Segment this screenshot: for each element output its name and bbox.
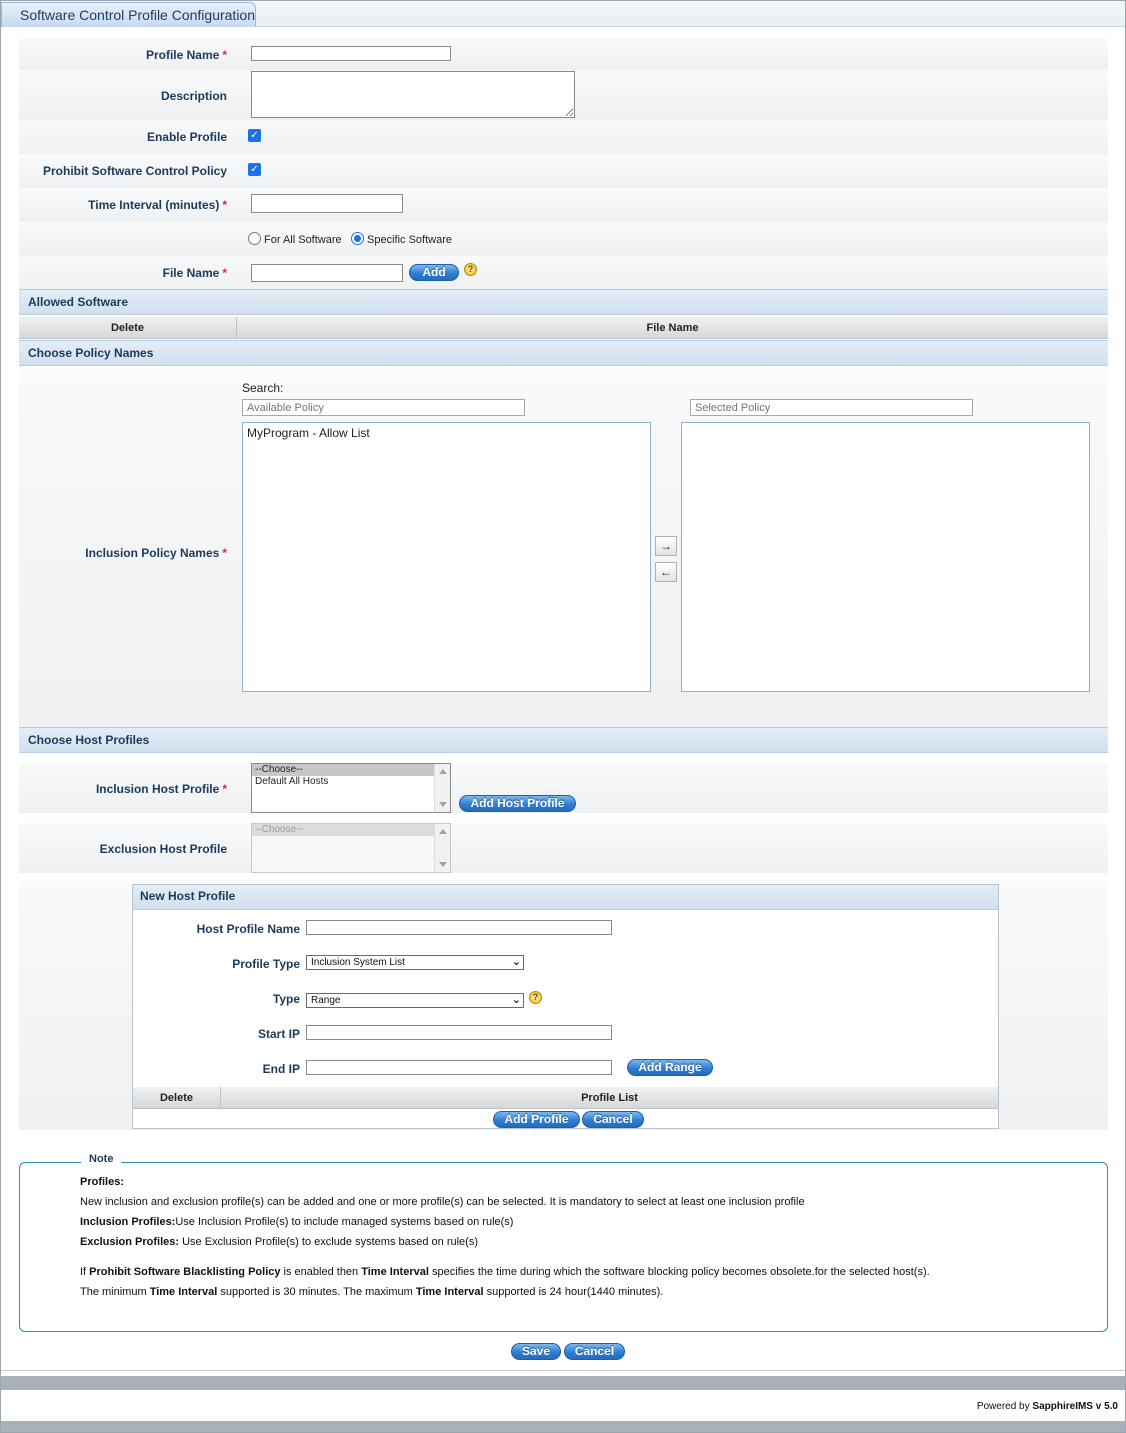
search-label: Search: bbox=[242, 381, 284, 395]
cancel-button[interactable]: Cancel bbox=[564, 1343, 625, 1360]
chevron-down-icon: ⌄ bbox=[511, 956, 521, 968]
save-button[interactable]: Save bbox=[511, 1343, 561, 1360]
exclusion-host-label: Exclusion Host Profile bbox=[99, 842, 227, 856]
radio-all-software[interactable] bbox=[248, 232, 261, 245]
type-label: Type bbox=[272, 992, 300, 1006]
inclusion-host-row: Inclusion Host Profile * --Choose-- Defau… bbox=[19, 763, 1108, 813]
note-exclusion-line: Exclusion Profiles: Use Exclusion Profil… bbox=[80, 1236, 478, 1248]
allowed-col-file-name: File Name bbox=[237, 317, 1108, 339]
enable-profile-row: Enable Profile ✓ bbox=[19, 120, 1108, 154]
allowed-col-delete: Delete bbox=[19, 317, 237, 339]
add-file-button[interactable]: Add bbox=[409, 264, 459, 281]
enable-profile-checkbox[interactable]: ✓ bbox=[248, 129, 261, 142]
allowed-software-header: Allowed Software bbox=[19, 289, 1108, 315]
list-item[interactable]: MyProgram - Allow List bbox=[243, 423, 650, 443]
profile-type-value: Inclusion System List bbox=[311, 957, 405, 968]
note-legend: Note bbox=[81, 1153, 122, 1165]
selected-policy-search[interactable] bbox=[690, 399, 973, 416]
move-right-button[interactable]: → bbox=[655, 536, 677, 556]
footer-divider bbox=[1, 1370, 1125, 1371]
description-textarea[interactable] bbox=[251, 71, 575, 118]
end-ip-label: End IP bbox=[262, 1062, 300, 1076]
new-host-profile-panel: New Host Profile Host Profile Name Profi… bbox=[132, 884, 999, 1129]
exclusion-host-row: Exclusion Host Profile --Choose-- bbox=[19, 823, 1108, 873]
start-ip-label: Start IP bbox=[257, 1027, 300, 1041]
inclusion-host-label: Inclusion Host Profile * bbox=[95, 782, 227, 796]
profile-name-row: Profile Name * bbox=[19, 38, 1108, 70]
powered-by: Powered by SapphireIMS v 5.0 bbox=[976, 1401, 1118, 1412]
prohibit-label: Prohibit Software Control Policy bbox=[42, 164, 227, 178]
end-ip-input[interactable] bbox=[306, 1060, 612, 1075]
start-ip-input[interactable] bbox=[306, 1025, 612, 1040]
host-profile-name-input[interactable] bbox=[306, 920, 612, 935]
radio-specific-label: Specific Software bbox=[367, 234, 452, 246]
time-interval-label: Time Interval (minutes) * bbox=[88, 198, 227, 212]
list-item[interactable]: Default All Hosts bbox=[252, 776, 450, 788]
prohibit-row: Prohibit Software Control Policy ✓ bbox=[19, 154, 1108, 188]
prohibit-checkbox[interactable]: ✓ bbox=[248, 163, 261, 176]
file-name-input[interactable] bbox=[251, 264, 403, 282]
available-policy-list[interactable]: MyProgram - Allow List bbox=[242, 422, 651, 692]
profile-name-input[interactable] bbox=[251, 46, 451, 61]
list-item[interactable]: --Choose-- bbox=[252, 764, 450, 776]
type-value: Range bbox=[311, 995, 341, 1006]
description-row: Description bbox=[19, 70, 1108, 120]
scrollbar[interactable] bbox=[434, 824, 450, 872]
cancel-profile-button[interactable]: Cancel bbox=[582, 1111, 644, 1128]
profile-col-list: Profile List bbox=[221, 1087, 998, 1109]
add-range-button[interactable]: Add Range bbox=[627, 1059, 713, 1076]
time-interval-row: Time Interval (minutes) * bbox=[19, 188, 1108, 222]
radio-specific-software[interactable] bbox=[351, 232, 364, 245]
chevron-down-icon: ⌄ bbox=[511, 994, 521, 1006]
policy-row: Search: Inclusion Policy Names* MyProgra… bbox=[19, 367, 1108, 727]
exclusion-host-select[interactable]: --Choose-- bbox=[251, 823, 451, 873]
scope-row: For All Software Specific Software bbox=[19, 222, 1108, 256]
note-line-1: New inclusion and exclusion profile(s) c… bbox=[80, 1196, 805, 1208]
add-profile-button[interactable]: Add Profile bbox=[493, 1111, 580, 1128]
help-icon[interactable]: ? bbox=[464, 263, 477, 276]
profile-name-label: Profile Name * bbox=[145, 48, 227, 62]
profile-type-label: Profile Type bbox=[232, 957, 300, 971]
profile-col-delete: Delete bbox=[133, 1087, 221, 1109]
profile-type-select[interactable]: Inclusion System List ⌄ bbox=[306, 955, 524, 970]
list-item[interactable]: --Choose-- bbox=[252, 824, 450, 836]
file-name-label: File Name * bbox=[162, 266, 227, 280]
file-name-row: File Name * Add ? bbox=[19, 256, 1108, 290]
note-paragraph-2: The minimum Time Interval supported is 3… bbox=[80, 1286, 664, 1298]
available-policy-search[interactable] bbox=[242, 399, 525, 416]
radio-all-label: For All Software bbox=[264, 234, 342, 246]
scrollbar[interactable] bbox=[434, 764, 450, 812]
note-inclusion-line: Inclusion Profiles:Use Inclusion Profile… bbox=[80, 1216, 514, 1228]
add-host-profile-button[interactable]: Add Host Profile bbox=[459, 795, 576, 812]
type-select[interactable]: Range ⌄ bbox=[306, 993, 524, 1008]
host-profiles-section-header: Choose Host Profiles bbox=[19, 727, 1108, 753]
enable-profile-label: Enable Profile bbox=[146, 130, 227, 144]
footer-bar-bottom bbox=[1, 1421, 1125, 1432]
footer-bar-top bbox=[1, 1376, 1125, 1390]
note-paragraph-1: If Prohibit Software Blacklisting Policy… bbox=[80, 1266, 930, 1278]
page-title-tab[interactable]: Software Control Profile Configuration bbox=[1, 2, 256, 27]
note-profiles-heading: Profiles: bbox=[80, 1176, 125, 1188]
policy-section-header: Choose Policy Names bbox=[19, 340, 1108, 366]
inclusion-policy-label: Inclusion Policy Names * bbox=[85, 546, 227, 560]
move-left-button[interactable]: ← bbox=[655, 562, 677, 582]
page-title: Software Control Profile Configuration bbox=[20, 7, 256, 23]
new-host-profile-title: New Host Profile bbox=[133, 885, 998, 910]
time-interval-input[interactable] bbox=[251, 194, 403, 213]
host-profile-name-label: Host Profile Name bbox=[196, 922, 300, 936]
selected-policy-list[interactable] bbox=[681, 422, 1090, 692]
help-icon[interactable]: ? bbox=[529, 991, 542, 1004]
inclusion-host-select[interactable]: --Choose-- Default All Hosts bbox=[251, 763, 451, 813]
description-label: Description bbox=[160, 89, 227, 103]
